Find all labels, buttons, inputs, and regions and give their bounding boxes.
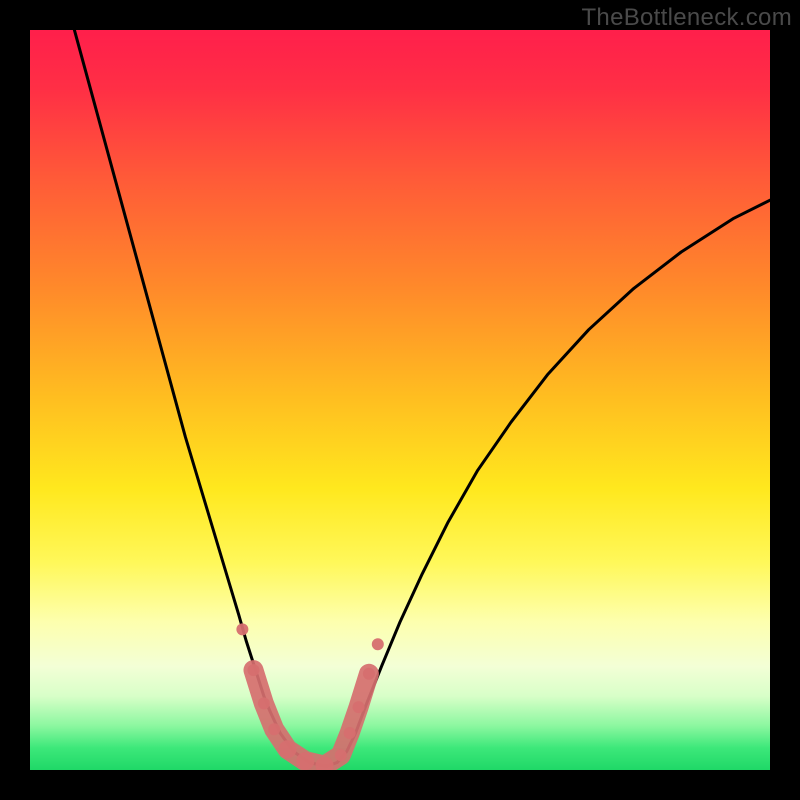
highlight-dot bbox=[372, 638, 384, 650]
plot-area bbox=[30, 30, 770, 770]
chart-frame: TheBottleneck.com bbox=[0, 0, 800, 800]
highlight-dot bbox=[247, 664, 259, 676]
gradient-background bbox=[30, 30, 770, 770]
chart-svg bbox=[30, 30, 770, 770]
highlight-dot bbox=[296, 752, 314, 770]
highlight-dot bbox=[353, 701, 365, 713]
highlight-dot bbox=[268, 723, 280, 735]
highlight-dot bbox=[279, 740, 297, 758]
highlight-dot bbox=[344, 727, 356, 739]
watermark-text: TheBottleneck.com bbox=[581, 4, 792, 32]
highlight-dot bbox=[363, 668, 375, 680]
highlight-dot bbox=[335, 749, 347, 761]
highlight-dot bbox=[236, 623, 248, 635]
highlight-dot bbox=[258, 697, 270, 709]
